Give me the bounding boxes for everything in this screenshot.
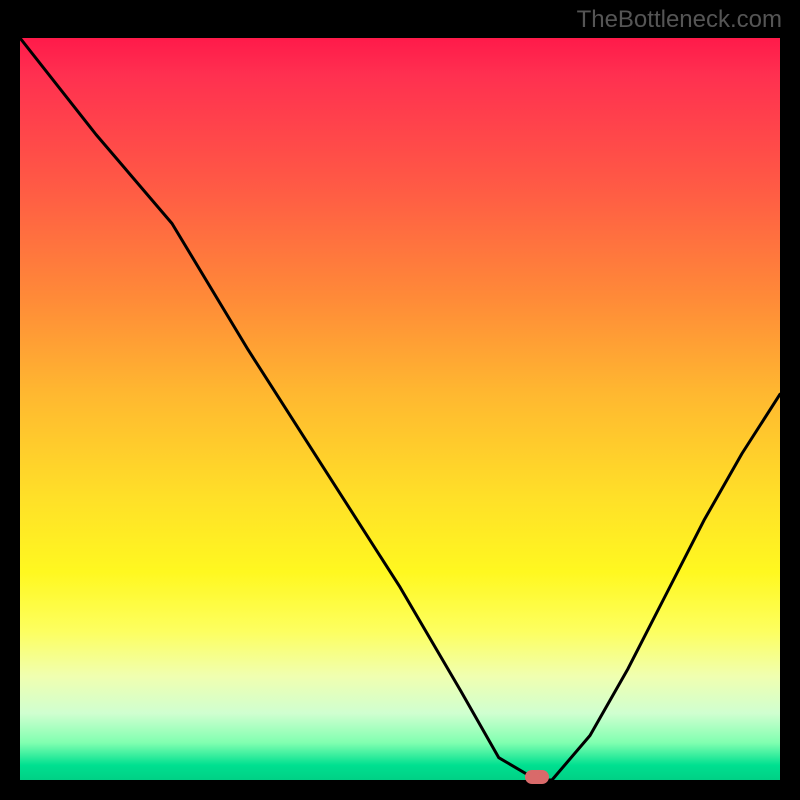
watermark-text: TheBottleneck.com [577,6,782,34]
chart-plot-area [20,38,780,780]
bottleneck-curve [20,38,780,780]
optimal-marker [525,770,549,784]
